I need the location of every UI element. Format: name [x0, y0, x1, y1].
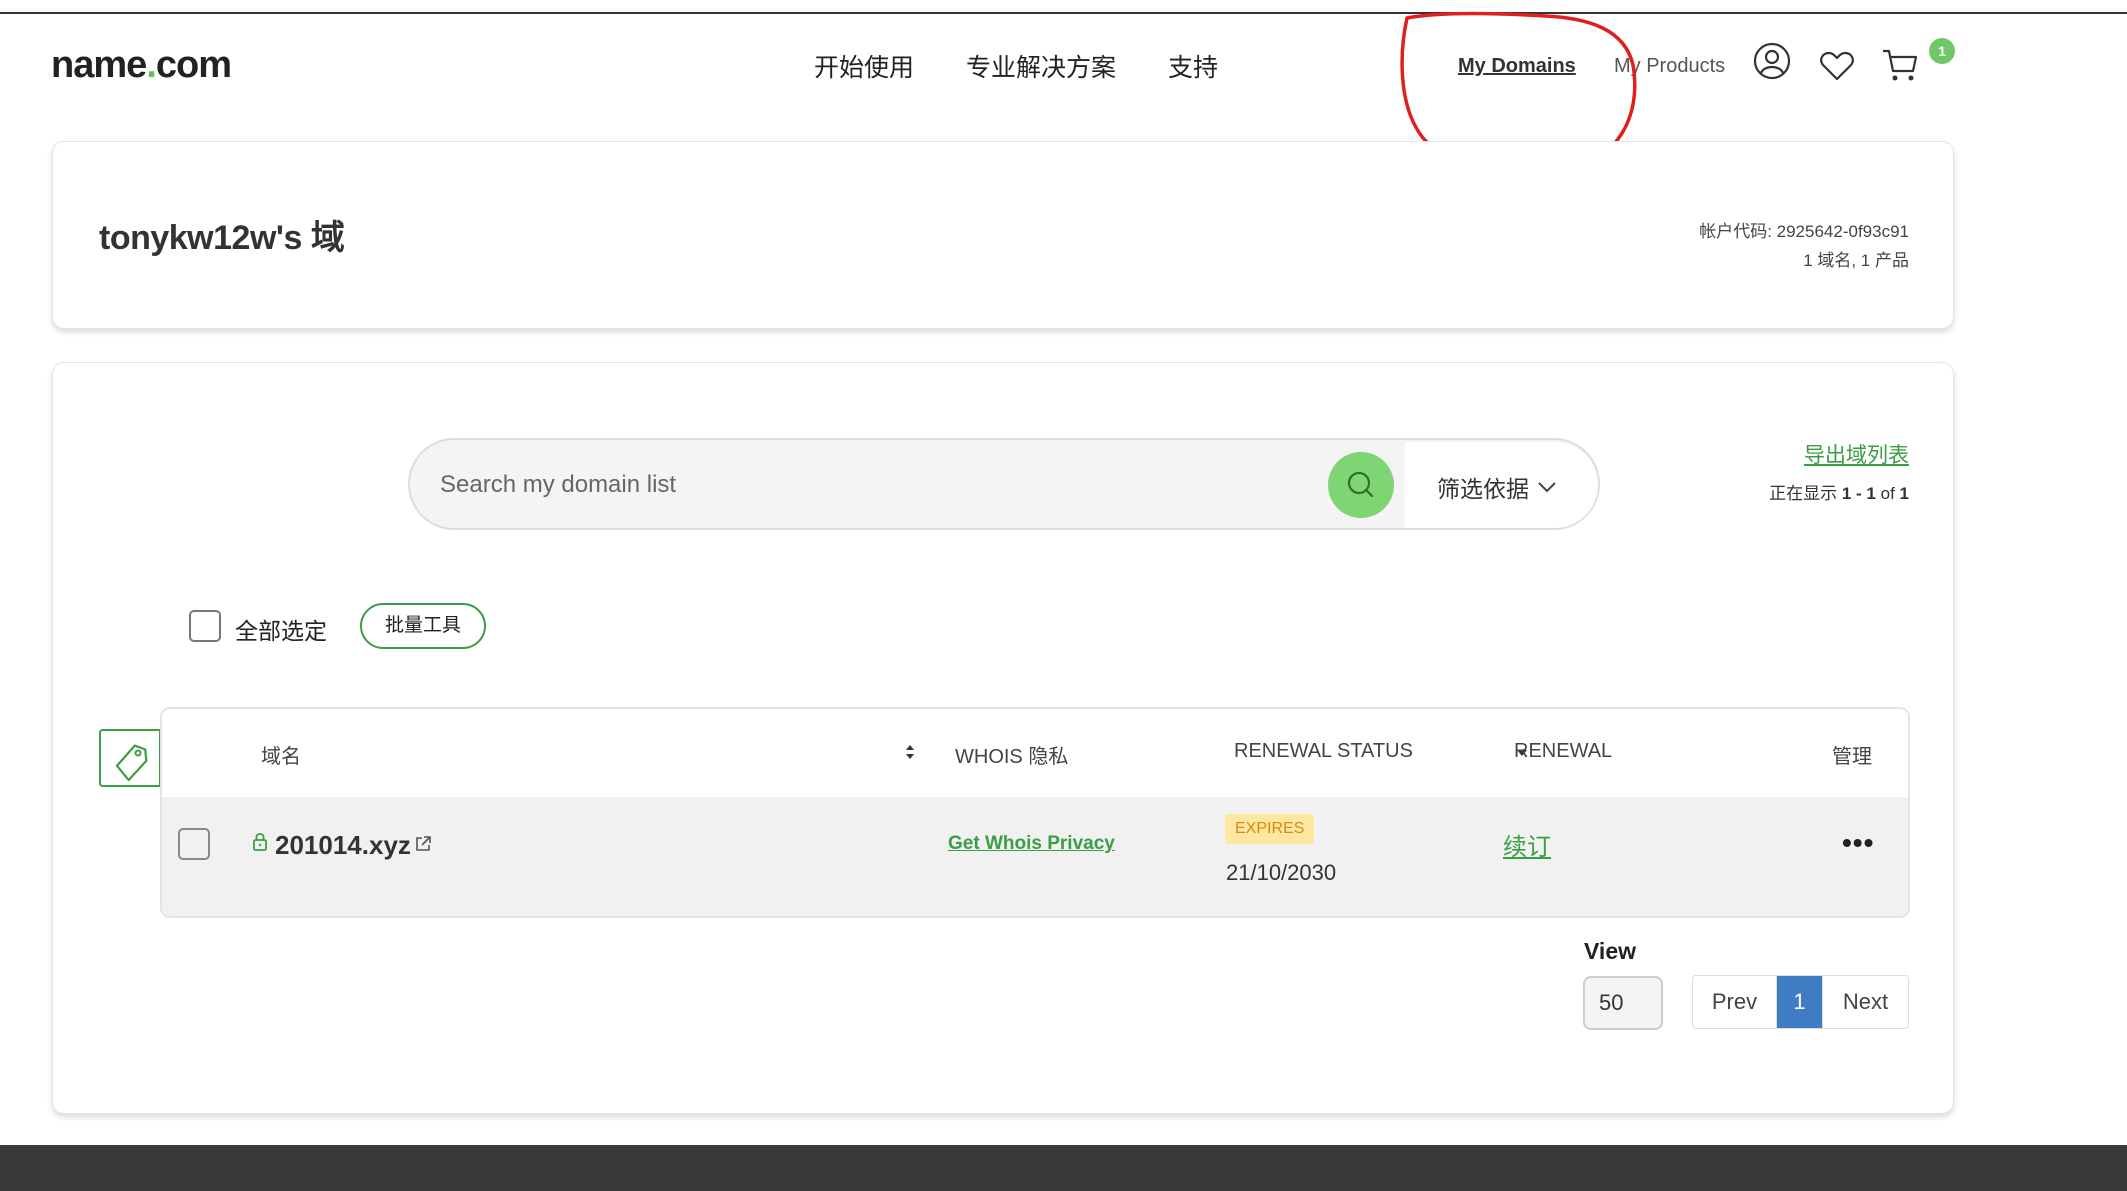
prev-page-button[interactable]: Prev	[1693, 976, 1777, 1028]
my-domains-link[interactable]: My Domains	[1458, 55, 1576, 78]
table-header: 域名 WHOIS 隐私 RENEWAL STATUS RENEWAL 管理	[162, 709, 1908, 797]
pagination: Prev 1 Next	[1692, 975, 1909, 1029]
view-label: View	[1584, 938, 1636, 964]
main-nav: 开始使用 专业解决方案 支持	[814, 48, 1218, 84]
expiry-date: 21/10/2030	[1226, 860, 1337, 885]
logo-text-com: com	[155, 44, 232, 86]
account-counts: 1 域名, 1 产品	[1803, 251, 1909, 270]
heart-icon[interactable]	[1819, 50, 1855, 82]
search-input[interactable]	[440, 462, 1320, 508]
chevron-down-icon	[1538, 482, 1556, 493]
sort-icon[interactable]	[904, 743, 916, 761]
select-all-label: 全部选定	[235, 618, 327, 644]
col-header-domain[interactable]: 域名	[261, 740, 301, 769]
cart-count-badge: 1	[1929, 38, 1955, 64]
status-badge: EXPIRES	[1225, 814, 1315, 844]
showing-range: 1 - 1	[1841, 484, 1876, 503]
col-header-whois: WHOIS 隐私	[955, 746, 1069, 768]
user-icon[interactable]	[1753, 42, 1791, 80]
search-bar: 筛选依据	[408, 438, 1600, 530]
nav-item-pro-solutions[interactable]: 专业解决方案	[966, 48, 1116, 84]
domain-table: 域名 WHOIS 隐私 RENEWAL STATUS RENEWAL 管理 20…	[160, 707, 1910, 918]
top-border	[0, 12, 2127, 14]
select-all-checkbox[interactable]	[189, 610, 221, 642]
footer-bar	[0, 1145, 2127, 1191]
renew-link[interactable]: 续订	[1503, 827, 1551, 862]
logo-text-name: name	[51, 44, 147, 86]
showing-count: 正在显示 1 - 1 of 1	[1769, 479, 1909, 504]
next-page-button[interactable]: Next	[1822, 976, 1908, 1028]
filter-label: 筛选依据	[1437, 476, 1529, 502]
account-code: 帐户代码: 2925642-0f93c91	[1699, 222, 1909, 241]
more-icon[interactable]: •••	[1842, 827, 1874, 859]
page-title: tonykw12w's 域	[99, 219, 345, 257]
logo[interactable]: name.com	[51, 44, 232, 87]
showing-total: 1	[1899, 484, 1909, 503]
search-icon	[1347, 471, 1374, 498]
get-whois-privacy-link[interactable]: Get Whois Privacy	[948, 833, 1115, 855]
row-checkbox[interactable]	[178, 828, 210, 860]
tag-button[interactable]	[99, 729, 161, 787]
lock-icon	[253, 833, 267, 851]
cart-icon[interactable]	[1881, 47, 1919, 83]
filter-dropdown[interactable]: 筛选依据	[1437, 470, 1557, 504]
nav-item-get-started[interactable]: 开始使用	[814, 48, 914, 84]
account-card: tonykw12w's 域 帐户代码: 2925642-0f93c91 1 域名…	[52, 141, 1954, 329]
col-header-renewal-status: RENEWAL STATUS	[1234, 740, 1413, 762]
showing-of: of	[1875, 484, 1900, 503]
my-products-link[interactable]: My Products	[1614, 55, 1725, 78]
search-button[interactable]	[1328, 452, 1394, 518]
domain-name-link[interactable]: 201014.xyz	[275, 830, 411, 861]
current-page-button[interactable]: 1	[1777, 976, 1822, 1028]
col-header-manage: 管理	[1832, 746, 1872, 768]
external-link-icon[interactable]	[414, 835, 432, 853]
nav-item-support[interactable]: 支持	[1168, 48, 1218, 84]
table-row: 201014.xyz Get Whois Privacy EXPIRES 21/…	[162, 797, 1908, 916]
logo-dot: .	[146, 44, 157, 86]
showing-prefix: 正在显示	[1769, 484, 1842, 503]
domain-list-card: 筛选依据 导出域列表 正在显示 1 - 1 of 1 全部选定 批量工具 域名 …	[52, 362, 1954, 1114]
page-size-select[interactable]: 50	[1583, 976, 1663, 1030]
col-header-renewal: RENEWAL	[1514, 740, 1613, 762]
export-domain-list-link[interactable]: 导出域列表	[1804, 439, 1909, 469]
filter-segment: 筛选依据	[1405, 442, 1598, 528]
tag-icon	[115, 744, 148, 782]
bulk-tools-button[interactable]: 批量工具	[360, 603, 486, 649]
